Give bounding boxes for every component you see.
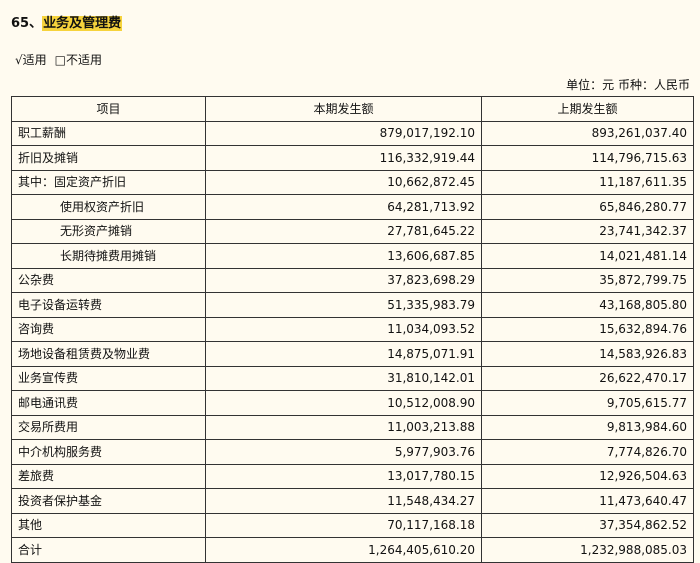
row-prior-amount: 9,813,984.60 bbox=[481, 414, 694, 440]
row-item-label: 业务宣传费 bbox=[11, 365, 206, 391]
table-header-row: 项目 本期发生额 上期发生额 bbox=[11, 96, 694, 122]
row-item-label: 长期待摊费用摊销 bbox=[11, 243, 206, 269]
table-row: 邮电通讯费 10,512,008.90 9,705,615.77 bbox=[11, 390, 694, 416]
row-current-amount: 64,281,713.92 bbox=[205, 194, 482, 220]
not-applicable-option: □不适用 bbox=[54, 53, 102, 67]
header-current-period: 本期发生额 bbox=[205, 96, 482, 122]
table-row: 无形资产摊销 27,781,645.22 23,741,342.37 bbox=[11, 218, 694, 244]
row-item-label: 电子设备运转费 bbox=[11, 292, 206, 318]
row-current-amount: 51,335,983.79 bbox=[205, 292, 482, 318]
applicability-options: √适用 □不适用 bbox=[15, 51, 102, 69]
row-item-label: 无形资产摊销 bbox=[11, 218, 206, 244]
row-item-label: 咨询费 bbox=[11, 316, 206, 342]
table-row: 交易所费用 11,003,213.88 9,813,984.60 bbox=[11, 414, 694, 440]
row-item-label: 使用权资产折旧 bbox=[11, 194, 206, 220]
row-item-label: 其他 bbox=[11, 512, 206, 538]
row-prior-amount: 1,232,988,085.03 bbox=[481, 537, 694, 563]
expense-table: 项目 本期发生额 上期发生额 职工薪酬 879,017,192.10 893,261… bbox=[11, 96, 694, 563]
table-row: 合计 1,264,405,610.20 1,232,988,085.03 bbox=[11, 537, 694, 563]
table-row: 业务宣传费 31,810,142.01 26,622,470.17 bbox=[11, 365, 694, 391]
row-item-label: 公杂费 bbox=[11, 267, 206, 293]
table-row: 使用权资产折旧 64,281,713.92 65,846,280.77 bbox=[11, 194, 694, 220]
row-current-amount: 879,017,192.10 bbox=[205, 120, 482, 146]
row-current-amount: 31,810,142.01 bbox=[205, 365, 482, 391]
row-item-label: 邮电通讯费 bbox=[11, 390, 206, 416]
row-prior-amount: 37,354,862.52 bbox=[481, 512, 694, 538]
applicable-option: √适用 bbox=[15, 53, 47, 67]
table-row: 长期待摊费用摊销 13,606,687.85 14,021,481.14 bbox=[11, 243, 694, 269]
row-item-label: 场地设备租赁费及物业费 bbox=[11, 341, 206, 367]
table-row: 电子设备运转费 51,335,983.79 43,168,805.80 bbox=[11, 292, 694, 318]
section-title: 65、业务及管理费 bbox=[11, 14, 123, 34]
row-current-amount: 13,017,780.15 bbox=[205, 463, 482, 489]
row-prior-amount: 15,632,894.76 bbox=[481, 316, 694, 342]
section-number: 65、 bbox=[11, 16, 43, 31]
row-item-label: 交易所费用 bbox=[11, 414, 206, 440]
row-prior-amount: 26,622,470.17 bbox=[481, 365, 694, 391]
unit-currency-line: 单位：元 币种：人民币 bbox=[566, 78, 690, 92]
table-row: 其中：固定资产折旧 10,662,872.45 11,187,611.35 bbox=[11, 169, 694, 195]
row-item-label: 其中：固定资产折旧 bbox=[11, 169, 206, 195]
table-row: 咨询费 11,034,093.52 15,632,894.76 bbox=[11, 316, 694, 342]
row-current-amount: 10,662,872.45 bbox=[205, 169, 482, 195]
row-item-label: 职工薪酬 bbox=[11, 120, 206, 146]
row-current-amount: 1,264,405,610.20 bbox=[205, 537, 482, 563]
row-current-amount: 10,512,008.90 bbox=[205, 390, 482, 416]
row-prior-amount: 11,473,640.47 bbox=[481, 488, 694, 514]
row-prior-amount: 35,872,799.75 bbox=[481, 267, 694, 293]
table-row: 公杂费 37,823,698.29 35,872,799.75 bbox=[11, 267, 694, 293]
row-item-label: 投资者保护基金 bbox=[11, 488, 206, 514]
row-current-amount: 37,823,698.29 bbox=[205, 267, 482, 293]
row-prior-amount: 893,261,037.40 bbox=[481, 120, 694, 146]
row-current-amount: 11,034,093.52 bbox=[205, 316, 482, 342]
table-row: 中介机构服务费 5,977,903.76 7,774,826.70 bbox=[11, 439, 694, 465]
row-prior-amount: 114,796,715.63 bbox=[481, 145, 694, 171]
row-current-amount: 11,003,213.88 bbox=[205, 414, 482, 440]
header-item: 项目 bbox=[11, 96, 206, 122]
table-row: 差旅费 13,017,780.15 12,926,504.63 bbox=[11, 463, 694, 489]
row-prior-amount: 14,021,481.14 bbox=[481, 243, 694, 269]
row-prior-amount: 43,168,805.80 bbox=[481, 292, 694, 318]
row-prior-amount: 7,774,826.70 bbox=[481, 439, 694, 465]
table-row: 场地设备租赁费及物业费 14,875,071.91 14,583,926.83 bbox=[11, 341, 694, 367]
table-row: 折旧及摊销 116,332,919.44 114,796,715.63 bbox=[11, 145, 694, 171]
row-prior-amount: 12,926,504.63 bbox=[481, 463, 694, 489]
row-item-label: 差旅费 bbox=[11, 463, 206, 489]
row-prior-amount: 65,846,280.77 bbox=[481, 194, 694, 220]
table-row: 投资者保护基金 11,548,434.27 11,473,640.47 bbox=[11, 488, 694, 514]
row-item-label: 折旧及摊销 bbox=[11, 145, 206, 171]
header-prior-period: 上期发生额 bbox=[481, 96, 694, 122]
row-current-amount: 13,606,687.85 bbox=[205, 243, 482, 269]
section-title-text: 业务及管理费 bbox=[42, 16, 123, 31]
row-current-amount: 27,781,645.22 bbox=[205, 218, 482, 244]
row-current-amount: 116,332,919.44 bbox=[205, 145, 482, 171]
row-current-amount: 11,548,434.27 bbox=[205, 488, 482, 514]
table-row: 其他 70,117,168.18 37,354,862.52 bbox=[11, 512, 694, 538]
row-prior-amount: 23,741,342.37 bbox=[481, 218, 694, 244]
row-current-amount: 14,875,071.91 bbox=[205, 341, 482, 367]
row-item-label: 中介机构服务费 bbox=[11, 439, 206, 465]
table-row: 职工薪酬 879,017,192.10 893,261,037.40 bbox=[11, 120, 694, 146]
row-prior-amount: 14,583,926.83 bbox=[481, 341, 694, 367]
row-current-amount: 5,977,903.76 bbox=[205, 439, 482, 465]
row-prior-amount: 9,705,615.77 bbox=[481, 390, 694, 416]
row-prior-amount: 11,187,611.35 bbox=[481, 169, 694, 195]
row-item-label: 合计 bbox=[11, 537, 206, 563]
row-current-amount: 70,117,168.18 bbox=[205, 512, 482, 538]
